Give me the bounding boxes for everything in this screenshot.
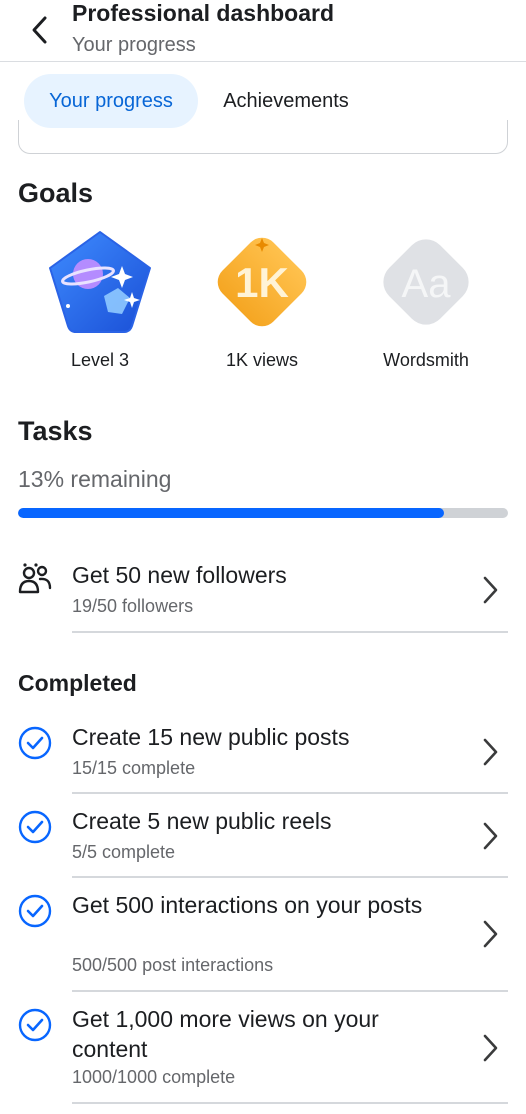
completed-row-reels[interactable]: Create 5 new public reels 5/5 complete	[0, 804, 526, 878]
check-circle-icon	[18, 726, 52, 760]
task-subtitle: 500/500 post interactions	[72, 955, 274, 975]
professional-dashboard-screen: Professional dashboard Your progress You…	[0, 0, 526, 1114]
task-subtitle: 5/5 complete	[72, 842, 176, 862]
task-title: Create 5 new public reels	[72, 808, 332, 834]
check-circle-icon	[18, 1008, 52, 1042]
wordsmith-badge-icon: Aa	[383, 239, 469, 325]
back-arrow-icon	[32, 16, 47, 44]
goal-label: Level 3	[70, 350, 130, 370]
followers-icon	[18, 563, 52, 594]
chevron-right-icon	[483, 920, 498, 948]
chevron-right-icon	[483, 576, 498, 604]
task-title: Get 500 interactions on your posts	[72, 892, 423, 918]
card-bottom-edge	[18, 120, 508, 154]
tasks-progress-bar	[18, 508, 508, 518]
page-subtitle: Your progress	[72, 34, 196, 56]
task-subtitle: 19/50 followers	[72, 596, 194, 616]
completed-heading: Completed	[18, 670, 137, 696]
task-subtitle: 15/15 complete	[72, 758, 196, 778]
row-divider	[72, 631, 508, 633]
task-title: Get 50 new followers	[72, 562, 287, 588]
goal-level-3[interactable]: Level 3	[20, 226, 180, 376]
goal-wordsmith[interactable]: Aa Wordsmith	[346, 226, 506, 376]
check-circle-icon	[18, 810, 52, 844]
svg-text:1K: 1K	[235, 259, 289, 306]
chevron-right-icon	[483, 822, 498, 850]
1k-badge-icon: 1K	[217, 237, 307, 327]
row-divider	[72, 990, 508, 992]
task-title: Get 1,000 more views on your content	[72, 1006, 379, 1062]
planet-badge-icon	[49, 231, 151, 333]
check-circle-icon	[18, 894, 52, 928]
chevron-right-icon	[483, 1034, 498, 1062]
goal-label: Wordsmith	[383, 350, 469, 370]
task-subtitle: 1000/1000 complete	[72, 1067, 236, 1087]
chevron-right-icon	[483, 738, 498, 766]
row-divider	[72, 1102, 508, 1104]
tasks-progress-fill	[18, 508, 445, 518]
completed-row-posts[interactable]: Create 15 new public posts 15/15 complet…	[0, 720, 526, 794]
completed-row-views[interactable]: Get 1,000 more views on your content 100…	[0, 1002, 526, 1106]
goals-heading: Goals	[18, 178, 94, 208]
page-title: Professional dashboard	[72, 0, 335, 26]
completed-row-interactions[interactable]: Get 500 interactions on your posts 500/5…	[0, 888, 526, 992]
goal-1k-views[interactable]: 1K 1K views	[182, 226, 342, 376]
header: Professional dashboard Your progress	[0, 0, 526, 62]
row-divider	[72, 792, 508, 794]
row-divider	[72, 876, 508, 878]
task-title: Create 15 new public posts	[72, 724, 350, 750]
tasks-heading: Tasks	[18, 416, 93, 446]
tasks-remaining: 13% remaining	[18, 466, 172, 492]
task-row-followers[interactable]: Get 50 new followers 19/50 followers	[0, 558, 526, 634]
back-button[interactable]	[22, 12, 58, 48]
svg-text:Aa: Aa	[402, 262, 452, 306]
goal-label: 1K views	[225, 350, 299, 370]
